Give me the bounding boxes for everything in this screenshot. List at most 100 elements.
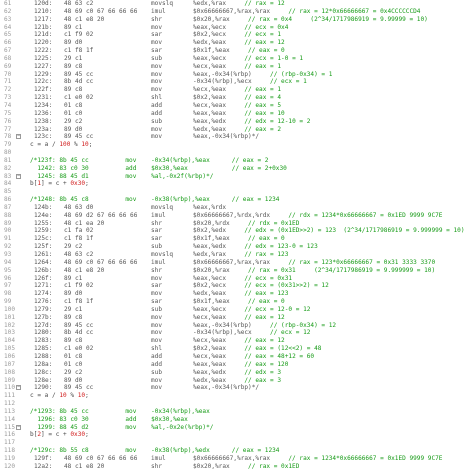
code-line[interactable]: 64 121b: 89 c1 mov %eax,%ecx // ecx = 0x4 — [0, 24, 474, 32]
code-line[interactable]: 82 1242: 83 c0 30 add $0x30,%eax // eax … — [0, 165, 474, 173]
code-line[interactable]: 100 1279: 29 c1 sub %eax,%ecx // ecx = 12-0 … — [0, 306, 474, 314]
asm-bytes: 8b 4d cc — [64, 78, 94, 86]
code-line[interactable]: 78− 123c: 89 45 cc mov %eax,-0x34(%rbp)*/ — [0, 133, 474, 141]
code-line[interactable]: 104 1283: 89 c8 mov %ecx,%eax // eax = 12 — [0, 337, 474, 345]
code-line[interactable]: 94 1264: 48 69 c0 67 66 66 66 imul $0x666666… — [0, 259, 474, 267]
code-line[interactable]: 96 126f: 89 c1 mov %eax,%ecx // ecx = 0x31 — [0, 275, 474, 283]
code-line[interactable]: 93 1261: 48 63 c2 movslq %edx,%rax // rax = … — [0, 251, 474, 259]
asm-operand-text: $0x1f,%eax — [193, 298, 230, 306]
code-line[interactable]: 120 12a2: 48 c1 e8 20 shr $0x20,%rax // rax … — [0, 463, 474, 471]
code-line[interactable]: 81 /*123f: 8b 45 cc mov -0x34(%rbp),%eax … — [0, 157, 474, 165]
code-line[interactable]: 97 1271: c1 f9 02 sar $0x2,%ecx // ecx = (0x… — [0, 282, 474, 290]
code-line[interactable]: 105 1285: c1 e0 02 shl $0x2,%eax // eax = (1… — [0, 345, 474, 353]
asm-address: 124b: — [34, 203, 53, 211]
code-line[interactable]: 108 128c: 29 c2 sub %eax,%edx // edx = 3 — [0, 369, 474, 377]
code-line[interactable]: 80 — [0, 149, 474, 157]
code-line[interactable]: 70 1229: 89 45 cc mov %eax,-0x34(%rbp) // (r… — [0, 71, 474, 79]
code-line[interactable]: 75 1236: 01 c0 add %eax,%eax // eax = 10 — [0, 110, 474, 118]
asm-mnemonic: movslq — [151, 203, 174, 211]
code-line[interactable]: 88 124e: 48 69 d2 67 66 66 66 imul $0x666666… — [0, 212, 474, 220]
asm-mnemonic: mov — [151, 329, 163, 337]
fold-toggle-icon[interactable]: − — [16, 173, 21, 179]
code-line[interactable]: 79 c = a / 100 % 10; — [0, 141, 474, 149]
code-line[interactable]: 101 127b: 89 c8 mov %ecx,%eax // eax = 12 — [0, 314, 474, 322]
code-line[interactable]: 63 1217: 48 c1 e8 20 shr $0x20,%rax // rax =… — [0, 16, 474, 24]
asm-address: 1220: — [34, 39, 53, 47]
asm-address: 121b: — [34, 23, 53, 31]
code-line[interactable]: 95 126b: 48 c1 e8 20 shr $0x20,%rax // rax =… — [0, 267, 474, 275]
line-number: 85 — [4, 188, 12, 196]
code-line[interactable]: 86 /*1248: 8b 45 c8 mov -0x38(%rbp),%eax … — [0, 196, 474, 204]
asm-comment: // rax = 123 — [244, 251, 289, 258]
code-line[interactable]: 83− 1245: 88 45 d1 mov %al,-0x2f(%rbp)*/ — [0, 173, 474, 181]
asm-address: 1229: — [34, 70, 53, 78]
code-line[interactable]: 109 128e: 89 d0 mov %edx,%eax // eax = 3 — [0, 377, 474, 385]
code-line[interactable]: 90 1259: c1 fa 02 sar $0x2,%edx // edx = (0x… — [0, 227, 474, 235]
code-line[interactable]: 85 — [0, 188, 474, 196]
code-line[interactable]: 106 1288: 01 c8 add %ecx,%eax // eax = 48+12… — [0, 353, 474, 361]
asm-bytes: 89 45 cc — [64, 70, 94, 78]
code-line[interactable]: 117 — [0, 439, 474, 447]
code-line[interactable]: 73 1231: c1 e0 02 shl $0x2,%eax // eax = 4 — [0, 94, 474, 102]
asm-bytes: 01 c8 — [64, 352, 83, 360]
code-line[interactable]: 87 124b: 48 63 d0 movslq %eax,%rdx — [0, 204, 474, 212]
code-line[interactable]: 89 1255: 48 c1 ea 20 shr $0x20,%rdx // rdx =… — [0, 220, 474, 228]
asm-bytes: c1 f9 02 — [64, 31, 94, 39]
code-line[interactable]: 71 122c: 8b 4d cc mov -0x34(%rbp),%ecx // ec… — [0, 78, 474, 86]
code-line[interactable]: 110− 1290: 89 45 cc mov %eax,-0x34(%rbp)*/ — [0, 384, 474, 392]
asm-mnemonic: sar — [151, 227, 163, 235]
code-line[interactable]: 112 — [0, 400, 474, 408]
asm-operands: $0x2,%ecx // ecx = 1 — [193, 31, 281, 39]
asm-mnemonic: add — [151, 352, 163, 360]
line-number: 90 — [4, 227, 12, 235]
fold-toggle-icon[interactable]: − — [16, 424, 21, 430]
code-line[interactable]: 84 b[1] = c + 0x30; — [0, 180, 474, 188]
asm-operand-text: %eax,%eax — [193, 109, 227, 117]
asm-operand-text: %eax,%eax — [193, 360, 227, 368]
code-line[interactable]: 68 1225: 29 c1 sub %eax,%ecx // ecx = 1-0 = … — [0, 55, 474, 63]
code-line[interactable]: 98 1274: 89 d0 mov %edx,%eax // eax = 123 — [0, 290, 474, 298]
code-line[interactable]: 99 1276: c1 f8 1f sar $0x1f,%eax // eax = 0 — [0, 298, 474, 306]
asm-comment: // eax = 123 — [244, 290, 289, 298]
line-number: 93 — [4, 251, 12, 258]
asm-address: 129f: — [34, 454, 53, 462]
code-line[interactable]: 76 1238: 29 c2 sub %eax,%edx // edx = 12-10 … — [0, 118, 474, 126]
src-text: c = a / — [30, 392, 60, 400]
code-line[interactable]: 65 121d: c1 f9 02 sar $0x2,%ecx // ecx = 1 — [0, 31, 474, 39]
line-number: 120 — [4, 462, 16, 470]
asm-address: 124e: — [34, 211, 53, 219]
code-line[interactable]: 72 122f: 89 c8 mov %ecx,%eax // eax = 1 — [0, 86, 474, 94]
code-line[interactable]: 111 c = a / 10 % 10; — [0, 392, 474, 400]
code-editor[interactable]: 61 120d: 48 63 c2 movslq %edx,%rax // rax = … — [0, 0, 474, 470]
code-line[interactable]: 113 /*1293: 8b 45 cc mov -0x34(%rbp),%eax — [0, 408, 474, 416]
code-line[interactable]: 62 1210: 48 69 c0 67 66 66 66 imul $0x666666… — [0, 8, 474, 16]
code-line[interactable]: 92 125f: 29 c2 sub %eax,%edx // edx = 123-0 … — [0, 243, 474, 251]
fold-toggle-icon[interactable]: − — [16, 385, 21, 391]
line-number: 86 — [4, 196, 12, 204]
asm-operands: $0x1f,%eax // eax = 0 — [193, 47, 285, 55]
code-line[interactable]: 107 128a: 01 c0 add %eax,%eax // eax = 120 — [0, 361, 474, 369]
code-line[interactable]: 115− 1299: 88 45 d2 mov %al,-0x2e(%rbp)*… — [0, 424, 474, 432]
asm-mnemonic: shr — [151, 462, 163, 470]
fold-toggle-icon[interactable]: − — [16, 134, 21, 140]
line-number: 61 — [4, 0, 12, 7]
code-line[interactable]: 66 1220: 89 d0 mov %edx,%eax // eax = 12 — [0, 39, 474, 47]
code-line[interactable]: 61 120d: 48 63 c2 movslq %edx,%rax // rax = … — [0, 0, 474, 8]
code-line[interactable]: 103 1280: 8b 4d cc mov -0x34(%rbp),%ecx // e… — [0, 329, 474, 337]
asm-comment: // rax = 1234*0x66666667 = 0x1ED 9999 9C… — [288, 454, 443, 462]
code-line[interactable]: 118 /*129c: 8b 55 c8 mov -0x38(%rbp),%edx… — [0, 447, 474, 455]
block-comment: 1296: 83 c0 30 add $0x30,%eax — [30, 415, 188, 423]
line-number: 83 — [4, 172, 12, 180]
code-line[interactable]: 69 1227: 89 c8 mov %ecx,%eax // eax = 1 — [0, 63, 474, 71]
code-line[interactable]: 116 b[2] = c + 0x30; — [0, 431, 474, 439]
block-comment: /*1248: 8b 45 c8 mov -0x38(%rbp),%eax //… — [30, 196, 280, 204]
line-number: 76 — [4, 117, 12, 125]
code-line[interactable]: 102 127d: 89 45 cc mov %eax,-0x34(%rbp) // (… — [0, 322, 474, 330]
code-line[interactable]: 74 1234: 01 c8 add %ecx,%eax // eax = 5 — [0, 102, 474, 110]
code-line[interactable]: 114 1296: 83 c0 30 add $0x30,%eax — [0, 416, 474, 424]
line-number: 70 — [4, 70, 12, 78]
code-line[interactable]: 67 1222: c1 f8 1f sar $0x1f,%eax // eax = 0 — [0, 47, 474, 55]
code-line[interactable]: 91 125c: c1 f8 1f sar $0x1f,%eax // eax = 0 — [0, 235, 474, 243]
code-line[interactable]: 119 129f: 48 69 c0 67 66 66 66 imul $0x66666… — [0, 455, 474, 463]
code-line[interactable]: 77 123a: 89 d0 mov %edx,%eax // eax = 2 — [0, 126, 474, 134]
